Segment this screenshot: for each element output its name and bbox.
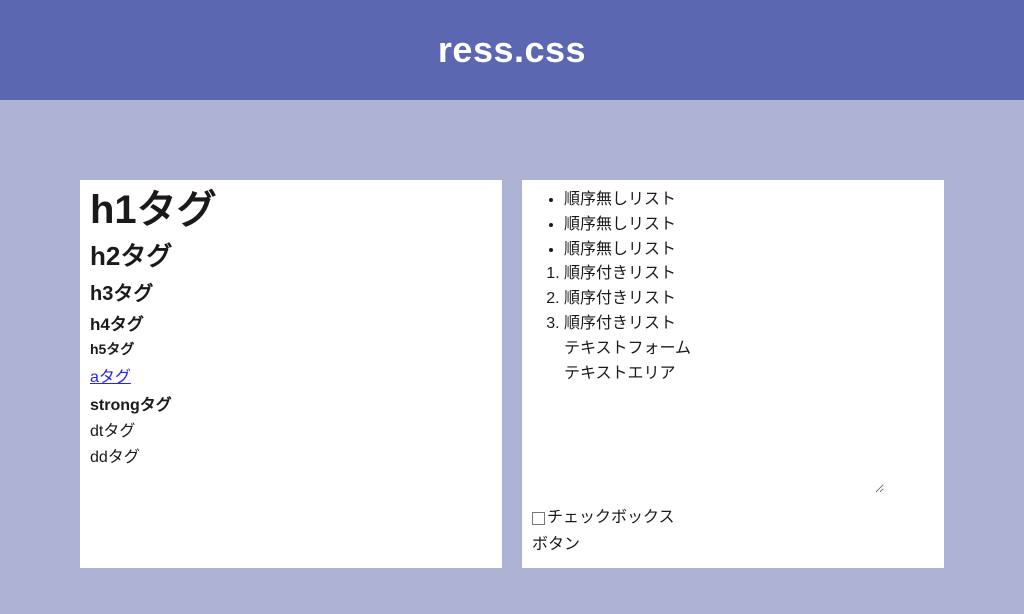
dd-tag-sample: ddタグ bbox=[90, 443, 492, 467]
header: ress.css bbox=[0, 0, 1024, 100]
list-item: 順序付きリスト bbox=[564, 312, 934, 337]
list-item: 順序無しリスト bbox=[564, 238, 934, 263]
textarea-label: テキストエリア bbox=[532, 362, 934, 387]
textform-label: テキストフォーム bbox=[532, 337, 934, 362]
h1-tag-sample: h1タグ bbox=[90, 188, 492, 232]
page-title: ress.css bbox=[438, 29, 586, 71]
checkbox-input[interactable] bbox=[532, 512, 545, 525]
h5-tag-sample: h5タグ bbox=[90, 339, 492, 359]
checkbox-row: チェックボックス bbox=[532, 506, 934, 531]
list-item: 順序付きリスト bbox=[564, 287, 934, 312]
dt-tag-sample: dtタグ bbox=[90, 417, 492, 441]
checkbox-label: チェックボックス bbox=[547, 506, 675, 531]
h4-tag-sample: h4タグ bbox=[90, 310, 492, 335]
left-panel: h1タグ h2タグ h3タグ h4タグ h5タグ aタグ strongタグ dt… bbox=[80, 180, 502, 568]
button-label[interactable]: ボタン bbox=[532, 533, 934, 558]
list-item: 順序無しリスト bbox=[564, 213, 934, 238]
strong-tag-sample: strongタグ bbox=[90, 391, 492, 415]
right-panel: 順序無しリスト 順序無しリスト 順序無しリスト 順序付きリスト 順序付きリスト … bbox=[522, 180, 944, 568]
content: h1タグ h2タグ h3タグ h4タグ h5タグ aタグ strongタグ dt… bbox=[0, 100, 1024, 568]
h3-tag-sample: h3タグ bbox=[90, 277, 492, 306]
textarea-input[interactable] bbox=[564, 388, 884, 493]
list-item: 順序付きリスト bbox=[564, 262, 934, 287]
ordered-list: 順序付きリスト 順序付きリスト 順序付きリスト bbox=[532, 262, 934, 336]
h2-tag-sample: h2タグ bbox=[90, 236, 492, 273]
list-item: 順序無しリスト bbox=[564, 188, 934, 213]
a-tag-sample[interactable]: aタグ bbox=[90, 363, 131, 387]
unordered-list: 順序無しリスト 順序無しリスト 順序無しリスト bbox=[532, 188, 934, 262]
